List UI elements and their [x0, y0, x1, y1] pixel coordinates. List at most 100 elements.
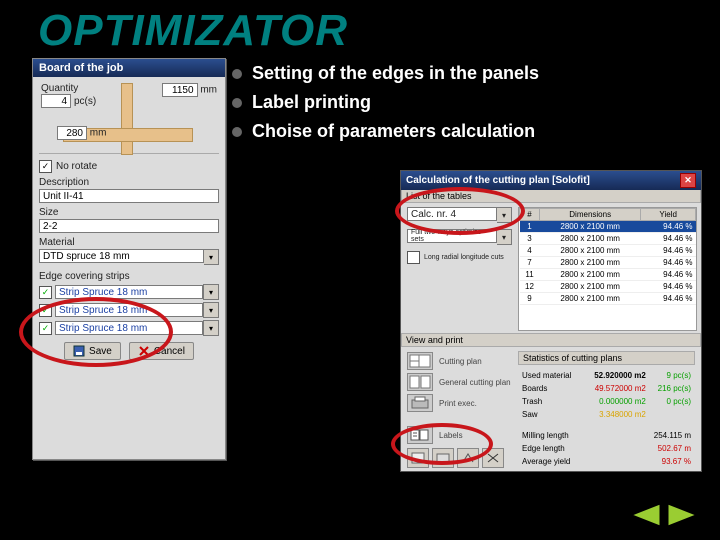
save-label: Save: [89, 346, 112, 357]
row-dim: 2800 x 2100 mm: [540, 233, 641, 245]
toolbar-btn[interactable]: [457, 448, 479, 468]
strip-combo[interactable]: Strip Spruce 18 mm: [55, 303, 203, 317]
row-yield: 94.46 %: [641, 245, 696, 257]
stat-key: Average yield: [520, 456, 582, 467]
stats-table: Used material52.920000 m29 pc(s) Boards4…: [518, 368, 695, 469]
chevron-down-icon[interactable]: ▾: [497, 229, 512, 245]
plan-icon: [407, 352, 433, 370]
col-dim: Dimensions: [540, 209, 641, 221]
width-unit: mm: [200, 85, 217, 96]
width-input[interactable]: 1150: [162, 83, 198, 97]
calc-titlebar: Calculation of the cutting plan [Solofit…: [401, 171, 701, 190]
calculation-window: Calculation of the cutting plan [Solofit…: [400, 170, 702, 472]
stat-key: Used material: [520, 370, 582, 381]
tool-cutting-plan[interactable]: Cutting plan: [407, 352, 512, 370]
cancel-icon: [138, 345, 150, 357]
row-num: 3: [520, 233, 540, 245]
stats-title: Statistics of cutting plans: [518, 351, 695, 365]
board-dialog: Board of the job Quantity 4 pc(s) 1150 m…: [32, 58, 226, 460]
material-label: Material: [39, 237, 219, 248]
toolbar-btn[interactable]: [432, 448, 454, 468]
stat-unit: 216 pc(s): [650, 383, 693, 394]
row-num: 4: [520, 245, 540, 257]
material-combo[interactable]: DTD spruce 18 mm ▾: [39, 249, 219, 265]
row-dim: 2800 x 2100 mm: [540, 281, 641, 293]
row-dim: 2800 x 2100 mm: [540, 293, 641, 305]
strip-checkbox[interactable]: ✓: [39, 304, 52, 317]
cancel-label: Cancel: [154, 346, 185, 357]
slide-title: OPTIMIZATOR: [38, 6, 348, 56]
size-input[interactable]: 2-2: [39, 219, 219, 233]
tables-list[interactable]: # Dimensions Yield 12800 x 2100 mm94.46 …: [518, 207, 697, 331]
row-num: 12: [520, 281, 540, 293]
bullet-list: Setting of the edges in the panels Label…: [232, 60, 539, 147]
stat-val: 52.920000 m2: [584, 370, 648, 381]
label-icon: [407, 426, 433, 444]
chevron-down-icon[interactable]: ▾: [497, 207, 512, 223]
chevron-down-icon[interactable]: ▾: [204, 249, 219, 265]
cancel-button[interactable]: Cancel: [129, 342, 194, 360]
toolbar-btn[interactable]: [407, 448, 429, 468]
row-yield: 94.46 %: [641, 221, 696, 233]
bullet-text: Choise of parameters calculation: [252, 118, 535, 145]
longcut-checkbox[interactable]: [407, 251, 420, 264]
description-input[interactable]: Unit II-41: [39, 189, 219, 203]
tool-label: General cutting plan: [439, 378, 511, 387]
board-diagram: Quantity 4 pc(s) 1150 mm 280 mm: [39, 83, 219, 154]
row-dim: 2800 x 2100 mm: [540, 245, 641, 257]
row-num: 11: [520, 269, 540, 281]
bullet-dot: [232, 69, 242, 79]
edge-strips: ✓Strip Spruce 18 mm▾ ✓Strip Spruce 18 mm…: [39, 284, 219, 336]
bullet-dot: [232, 127, 242, 137]
toolbar-btn[interactable]: [482, 448, 504, 468]
norotate-checkbox[interactable]: ✓: [39, 160, 52, 173]
plan-icon: [407, 373, 433, 391]
chevron-down-icon[interactable]: ▾: [203, 284, 219, 300]
optimize-select[interactable]: Full two-ways optimize sets ▾: [407, 229, 512, 245]
bullet-text: Setting of the edges in the panels: [252, 60, 539, 87]
edges-label: Edge covering strips: [39, 271, 219, 282]
strip-checkbox[interactable]: ✓: [39, 286, 52, 299]
row-yield: 94.46 %: [641, 293, 696, 305]
stat-val: 93.67 %: [584, 456, 693, 467]
close-icon[interactable]: ✕: [680, 173, 696, 188]
stat-val: 3.348000 m2: [584, 409, 648, 420]
quantity-unit: pc(s): [74, 96, 96, 107]
stat-unit: 0 pc(s): [650, 396, 693, 407]
row-dim: 2800 x 2100 mm: [540, 221, 641, 233]
col-yield: Yield: [641, 209, 696, 221]
slide-nav: [628, 502, 700, 528]
board-dialog-titlebar: Board of the job: [33, 59, 225, 77]
save-icon: [73, 345, 85, 357]
chevron-down-icon[interactable]: ▾: [203, 302, 219, 318]
row-yield: 94.46 %: [641, 257, 696, 269]
tool-general-plan[interactable]: General cutting plan: [407, 373, 512, 391]
strip-combo[interactable]: Strip Spruce 18 mm: [55, 321, 203, 335]
size-label: Size: [39, 207, 219, 218]
bullet-dot: [232, 98, 242, 108]
height-input[interactable]: 280: [57, 126, 87, 140]
strip-combo[interactable]: Strip Spruce 18 mm: [55, 285, 203, 299]
chevron-down-icon[interactable]: ▾: [203, 320, 219, 336]
stat-key: Saw: [520, 409, 582, 420]
save-button[interactable]: Save: [64, 342, 121, 360]
prev-slide-button[interactable]: [628, 502, 662, 528]
description-label: Description: [39, 177, 219, 188]
quantity-input[interactable]: 4: [41, 94, 71, 108]
col-num: #: [520, 209, 540, 221]
quantity-label: Quantity: [41, 83, 96, 94]
material-value: DTD spruce 18 mm: [39, 249, 204, 263]
optimize-value: Full two-ways optimize sets: [407, 229, 497, 243]
next-slide-button[interactable]: [666, 502, 700, 528]
row-dim: 2800 x 2100 mm: [540, 269, 641, 281]
norotate-label: No rotate: [56, 161, 97, 172]
calc-select[interactable]: Calc. nr. 4 ▾: [407, 207, 512, 223]
row-yield: 94.46 %: [641, 269, 696, 281]
row-num: 9: [520, 293, 540, 305]
strip-checkbox[interactable]: ✓: [39, 322, 52, 335]
tool-labels[interactable]: Labels: [407, 426, 512, 444]
stat-val: 502.67 m: [584, 443, 693, 454]
stat-val: 254.115 m: [584, 430, 693, 441]
tool-print[interactable]: Print exec.: [407, 394, 512, 412]
row-dim: 2800 x 2100 mm: [540, 257, 641, 269]
